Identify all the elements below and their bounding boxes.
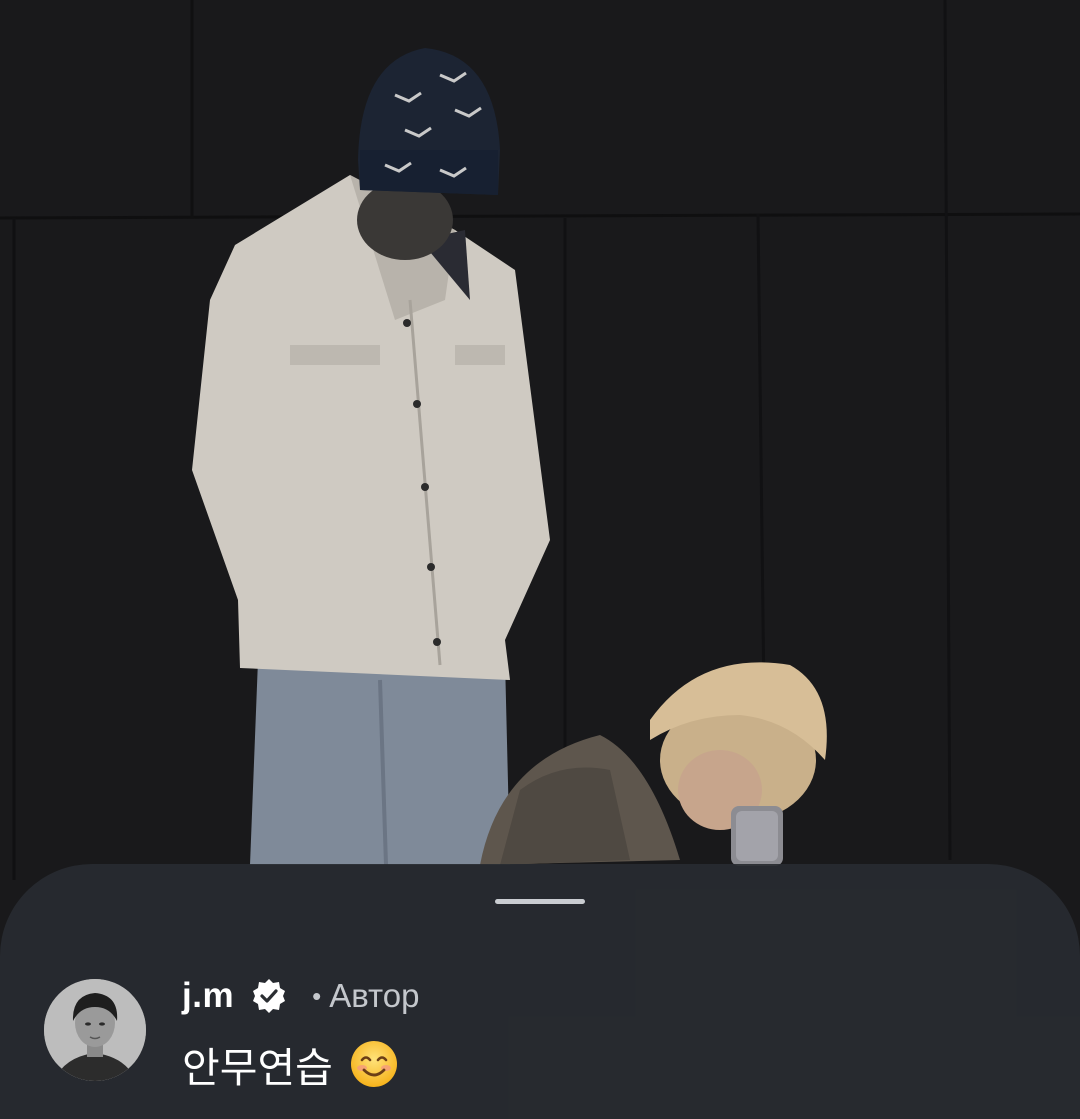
avatar[interactable] bbox=[44, 979, 146, 1081]
avatar-portrait-icon bbox=[44, 979, 146, 1081]
author-badge: Автор bbox=[329, 977, 420, 1014]
author-line: j.m • Автор bbox=[182, 972, 419, 1020]
separator-dot: • bbox=[312, 980, 322, 1011]
verified-badge-icon bbox=[250, 977, 288, 1015]
caption-text: 안무연습 bbox=[182, 1044, 333, 1092]
smiling-face-icon bbox=[349, 1039, 399, 1089]
caption: 안무연습 bbox=[182, 1034, 399, 1094]
screen: j.m • Автор 안무연습 bbox=[0, 0, 1080, 1119]
username[interactable]: j.m bbox=[182, 976, 234, 1016]
drag-handle-icon[interactable] bbox=[495, 899, 585, 904]
